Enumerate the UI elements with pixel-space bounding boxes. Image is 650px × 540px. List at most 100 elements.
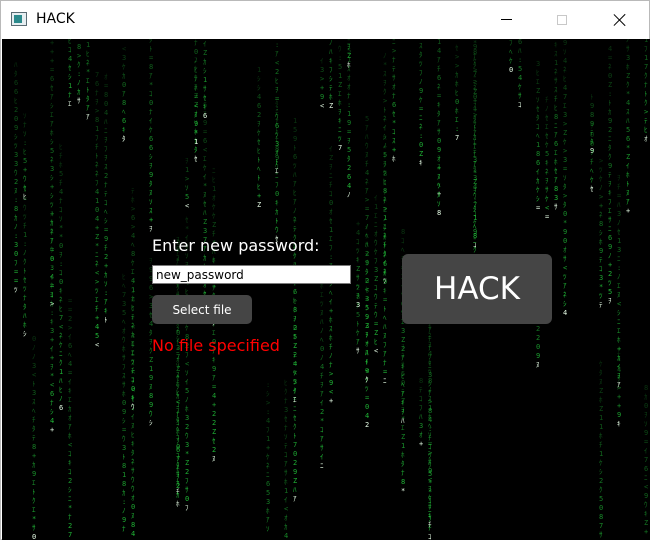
svg-text:ﾊ: ﾊ — [401, 417, 405, 425]
svg-text:ｱ: ｱ — [212, 374, 216, 382]
svg-text:ﾉ: ﾉ — [365, 223, 369, 231]
svg-text:+: + — [320, 84, 324, 92]
svg-text:ｱ: ｱ — [473, 129, 477, 137]
svg-text::: : — [266, 408, 270, 416]
minimize-button[interactable] — [483, 1, 529, 38]
maximize-button[interactable] — [539, 1, 585, 38]
svg-text:8: 8 — [149, 63, 153, 71]
svg-text:ｳ: ｳ — [131, 476, 135, 484]
svg-text:ﾋ: ﾋ — [554, 104, 558, 112]
svg-text:>: > — [455, 62, 459, 70]
svg-text:ｶ: ｶ — [644, 393, 648, 401]
svg-text:ｴ: ｴ — [608, 207, 612, 215]
svg-text:ﾋ: ﾋ — [23, 148, 27, 156]
svg-text:ﾈ: ﾈ — [59, 296, 63, 304]
select-file-button[interactable]: Select file — [152, 295, 252, 324]
svg-text:*: * — [59, 224, 63, 232]
svg-text:1: 1 — [347, 110, 351, 118]
svg-text:ｹ: ｹ — [356, 329, 360, 337]
svg-text:=: = — [419, 105, 423, 113]
svg-text:ﾉ: ﾉ — [194, 57, 198, 65]
svg-text:Z: Z — [338, 81, 342, 89]
svg-text:ﾈ: ﾈ — [437, 83, 441, 91]
svg-text:ﾀ: ﾀ — [437, 110, 441, 118]
svg-text:ｻ: ｻ — [356, 274, 360, 282]
svg-text:ﾆ: ﾆ — [95, 251, 99, 259]
svg-text:ﾁ: ﾁ — [617, 183, 621, 191]
svg-text:ｿ: ｿ — [536, 96, 540, 104]
svg-text:ｲ: ｲ — [50, 291, 54, 299]
svg-text:8: 8 — [149, 392, 153, 400]
svg-text:ﾆ: ﾆ — [608, 225, 612, 233]
svg-text:ﾃ: ﾃ — [32, 434, 36, 442]
svg-text:ﾆ: ﾆ — [383, 377, 387, 385]
svg-text:ｴ: ｴ — [131, 268, 135, 276]
svg-text:Z: Z — [626, 72, 630, 80]
svg-text:4: 4 — [131, 530, 135, 538]
svg-text:ｿ: ｿ — [59, 215, 63, 223]
svg-text:ﾄ: ﾄ — [383, 242, 387, 250]
title-bar[interactable]: HACK — [1, 1, 649, 38]
svg-text:=: = — [68, 297, 72, 305]
svg-text:Z: Z — [257, 201, 261, 209]
svg-text:<: < — [329, 388, 333, 396]
svg-text:6: 6 — [149, 135, 153, 143]
svg-text:ｼ: ｼ — [23, 330, 27, 338]
svg-text:6: 6 — [644, 465, 648, 473]
svg-text:ｾ: ｾ — [617, 228, 621, 236]
svg-text:9: 9 — [275, 154, 279, 162]
close-button[interactable] — [597, 1, 643, 38]
svg-text:ｿ: ｿ — [104, 280, 108, 288]
svg-text:4: 4 — [131, 277, 135, 285]
svg-text:ﾀ: ﾀ — [131, 449, 135, 457]
svg-text:ﾌ: ﾌ — [266, 426, 270, 434]
svg-text:ｿ: ｿ — [644, 420, 648, 428]
svg-text:ﾂ: ﾂ — [599, 292, 603, 300]
svg-text:3: 3 — [563, 111, 567, 119]
svg-text:ｺ: ｺ — [284, 451, 288, 459]
svg-text:ｷ: ｷ — [212, 257, 216, 265]
svg-text:ﾂ: ﾂ — [599, 166, 603, 174]
svg-text:ﾊ: ﾊ — [419, 413, 423, 421]
svg-text:ｵ: ｵ — [365, 340, 369, 348]
svg-text:ﾋ: ﾋ — [59, 143, 63, 151]
svg-text:ｼ: ｼ — [329, 75, 333, 83]
svg-text:<: < — [617, 300, 621, 308]
hack-button[interactable]: HACK — [402, 254, 552, 324]
svg-text:ﾅ: ﾅ — [392, 92, 396, 100]
svg-text:ｴ: ｴ — [86, 77, 90, 85]
svg-text:ﾄ: ﾄ — [122, 453, 126, 461]
svg-text:2: 2 — [68, 315, 72, 323]
svg-text:ｶ: ｶ — [176, 392, 180, 400]
svg-text:ﾅ: ﾅ — [392, 56, 396, 64]
svg-text:ﾊ: ﾊ — [329, 48, 333, 56]
svg-text:ﾎ: ﾎ — [329, 93, 333, 101]
svg-text:ｷ: ｷ — [437, 101, 441, 109]
svg-text:ｦ: ｦ — [365, 331, 369, 339]
svg-text:ﾆ: ﾆ — [329, 172, 333, 180]
svg-text:+: + — [392, 146, 396, 154]
svg-text:ｵ: ｵ — [284, 514, 288, 522]
svg-text:ｽ: ｽ — [383, 70, 387, 78]
svg-text:ﾆ: ﾆ — [212, 167, 216, 175]
svg-text:ｵ: ｵ — [644, 135, 648, 143]
svg-text:ｳ: ｳ — [122, 435, 126, 443]
svg-text:3: 3 — [122, 444, 126, 452]
svg-text:Z: Z — [329, 154, 333, 162]
svg-text:ﾅ: ﾅ — [428, 344, 432, 352]
svg-text:ﾅ: ﾅ — [284, 424, 288, 432]
svg-text:+: + — [266, 444, 270, 452]
svg-text:ｸ: ｸ — [365, 376, 369, 384]
svg-text:ｶ: ｶ — [455, 71, 459, 79]
svg-text:1: 1 — [347, 56, 351, 64]
svg-text:8: 8 — [437, 209, 441, 217]
password-input[interactable] — [152, 265, 351, 284]
svg-text:4: 4 — [365, 169, 369, 177]
svg-text:ｷ: ｷ — [401, 363, 405, 371]
svg-text:Z: Z — [374, 329, 378, 337]
svg-text:ｦ: ｦ — [617, 174, 621, 182]
svg-text:ﾉ: ﾉ — [626, 39, 630, 44]
svg-text:ﾍ: ﾍ — [68, 351, 72, 359]
svg-text:7: 7 — [122, 291, 126, 299]
svg-text:ﾆ: ﾆ — [554, 122, 558, 130]
